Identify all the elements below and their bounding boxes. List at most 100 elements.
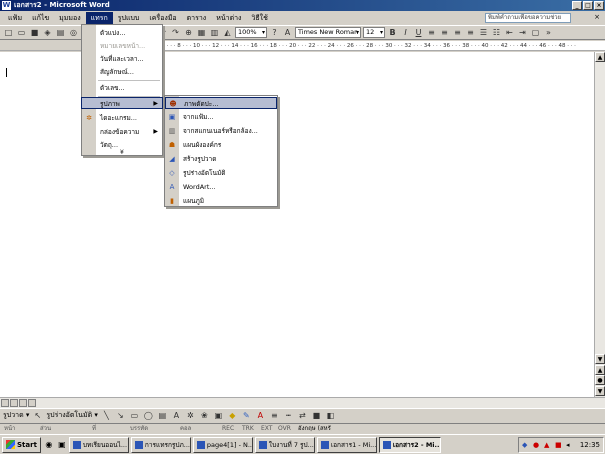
menu-help[interactable]: วิธีใช้ [246, 12, 272, 24]
task-button[interactable]: ใบงานที่ 7 รูป... [254, 436, 315, 453]
insert-symbol-item[interactable]: สัญลักษณ์... [82, 66, 162, 78]
task-button-active[interactable]: เอกสาร2 - Mi... [378, 436, 441, 453]
task-button[interactable]: การแทรกรูปภ... [130, 436, 191, 453]
menu-window[interactable]: หน้าต่าง [211, 12, 246, 24]
insert-number-item[interactable]: ตัวเลข... [82, 82, 162, 94]
open-folder-icon[interactable]: ▭ [16, 27, 27, 38]
minimize-button[interactable]: _ [572, 1, 582, 10]
textbox-icon[interactable]: ▤ [157, 410, 168, 421]
ask-question-box[interactable]: พิมพ์คำถามเพื่อขอความช่วย [485, 13, 571, 23]
tray-clock[interactable]: 12:35 [580, 441, 600, 449]
print-preview-icon[interactable]: ◎ [68, 27, 79, 38]
align-left-icon[interactable]: ≡ [426, 27, 437, 38]
oval-icon[interactable]: ◯ [143, 410, 154, 421]
horizontal-scrollbar[interactable] [0, 397, 605, 408]
from-scanner-item[interactable]: ▥ จากสแกนเนอร์หรือกล้อง... [165, 125, 277, 137]
line-style-icon[interactable]: ≡ [269, 410, 280, 421]
shadow-style-icon[interactable]: ■ [311, 410, 322, 421]
insert-textbox-item[interactable]: กล่องข้อความ ▶ [82, 126, 162, 138]
outline-view-icon[interactable] [28, 399, 36, 407]
align-right-icon[interactable]: ≡ [452, 27, 463, 38]
tray-app-icon[interactable]: ■ [555, 438, 562, 452]
hyperlink-icon[interactable]: ⊕ [183, 27, 194, 38]
document-close-button[interactable]: × [592, 13, 602, 22]
menu-file[interactable]: แฟ้ม [3, 12, 27, 24]
save-icon[interactable]: ■ [29, 27, 40, 38]
maximize-button[interactable]: □ [583, 1, 593, 10]
zoom-select[interactable]: 100% [235, 27, 267, 38]
vertical-scrollbar[interactable]: ▲ ▼ ▲ ● ▼ [594, 52, 605, 397]
tray-volume-icon[interactable]: ◂ [566, 438, 570, 452]
print-view-icon[interactable] [19, 399, 27, 407]
scroll-up-icon[interactable]: ▲ [595, 52, 605, 62]
menu-table[interactable]: ตาราง [182, 12, 212, 24]
insert-picture-icon[interactable]: ▣ [213, 410, 224, 421]
align-center-icon[interactable]: ≡ [439, 27, 450, 38]
close-button[interactable]: × [594, 1, 604, 10]
clipart-item[interactable]: ☻ ภาพตัดปะ... [165, 97, 277, 109]
insert-date-time-item[interactable]: วันที่และเวลา... [82, 53, 162, 65]
org-chart-item[interactable]: ☗ แผนผังองค์กร [165, 139, 277, 151]
line-icon[interactable]: ╲ [101, 410, 112, 421]
arrow-icon[interactable]: ↘ [115, 410, 126, 421]
menu-edit[interactable]: แก้ไข [27, 12, 54, 24]
dash-style-icon[interactable]: ┅ [283, 410, 294, 421]
new-document-icon[interactable]: □ [3, 27, 14, 38]
columns-icon[interactable]: ▥ [209, 27, 220, 38]
from-file-item[interactable]: ▣ จากแฟ้ม... [165, 111, 277, 123]
tray-network-icon[interactable]: ◆ [522, 438, 527, 452]
select-objects-icon[interactable]: ↖ [32, 410, 43, 421]
italic-icon[interactable]: I [400, 27, 411, 38]
web-view-icon[interactable] [10, 399, 18, 407]
permission-icon[interactable]: ◈ [42, 27, 53, 38]
font-size-select[interactable]: 12 [363, 27, 385, 38]
bullets-icon[interactable]: ☷ [491, 27, 502, 38]
quicklaunch-desktop-icon[interactable]: ▣ [57, 440, 67, 450]
insert-diagram-item[interactable]: ✲ ไดอะแกรม... [82, 112, 162, 124]
menu-insert[interactable]: แทรก [85, 11, 113, 24]
tray-antivirus-icon[interactable]: ▲ [544, 438, 549, 452]
underline-icon[interactable]: U [413, 27, 424, 38]
status-ext[interactable]: EXT [261, 424, 272, 434]
normal-view-icon[interactable] [1, 399, 9, 407]
autoshapes-item[interactable]: ◇ รูปร่างอัตโนมัติ [165, 167, 277, 179]
insert-wordart-icon[interactable]: A [171, 410, 182, 421]
autoshapes-button[interactable]: รูปร่างอัตโนมัติ ▾ [46, 410, 98, 421]
fill-color-icon[interactable]: ◆ [227, 410, 238, 421]
menu-tools[interactable]: เครื่องมือ [144, 12, 181, 24]
next-page-icon[interactable]: ▼ [595, 386, 605, 396]
font-color-icon[interactable]: A [255, 410, 266, 421]
new-drawing-item[interactable]: ◢ สร้างรูปวาด [165, 153, 277, 165]
toolbar-options-icon[interactable]: » [543, 27, 554, 38]
menu-view[interactable]: มุมมอง [54, 12, 85, 24]
task-button[interactable]: บทเรียนออนไ... [68, 436, 129, 453]
print-icon[interactable]: ▤ [55, 27, 66, 38]
justify-icon[interactable]: ≡ [465, 27, 476, 38]
3d-style-icon[interactable]: ◧ [325, 410, 336, 421]
browse-object-icon[interactable]: ● [595, 375, 605, 385]
insert-clipart-icon[interactable]: ❀ [199, 410, 210, 421]
font-select[interactable]: Times New Roman [295, 27, 361, 38]
rectangle-icon[interactable]: ▭ [129, 410, 140, 421]
menu-format[interactable]: รูปแบบ [113, 12, 145, 24]
scroll-down-icon[interactable]: ▼ [595, 354, 605, 364]
numbering-icon[interactable]: ☰ [478, 27, 489, 38]
previous-page-icon[interactable]: ▲ [595, 365, 605, 375]
line-color-icon[interactable]: ✎ [241, 410, 252, 421]
arrow-style-icon[interactable]: ⇄ [297, 410, 308, 421]
title-bar[interactable]: W เอกสาร2 - Microsoft Word _ □ × [0, 0, 605, 11]
status-ovr[interactable]: OVR [278, 424, 291, 434]
status-rec[interactable]: REC [222, 424, 234, 434]
table-icon[interactable]: ▦ [196, 27, 207, 38]
insert-picture-item[interactable]: รูปภาพ ▶ [81, 97, 163, 109]
increase-indent-icon[interactable]: ⇥ [517, 27, 528, 38]
chart-item[interactable]: ▮ แผนภูมิ [165, 195, 277, 207]
insert-break-item[interactable]: ตัวแบ่ง... [82, 27, 162, 39]
insert-diagram-icon[interactable]: ✲ [185, 410, 196, 421]
styles-icon[interactable]: A [282, 27, 293, 38]
draw-menu-button[interactable]: รูปวาด ▾ [3, 410, 29, 421]
task-button[interactable]: เอกสาร1 - Mi... [316, 436, 377, 453]
quicklaunch-browser-icon[interactable]: ◉ [44, 440, 54, 450]
help-icon[interactable]: ? [269, 27, 280, 38]
task-button[interactable]: page4[1] - N... [192, 436, 253, 453]
